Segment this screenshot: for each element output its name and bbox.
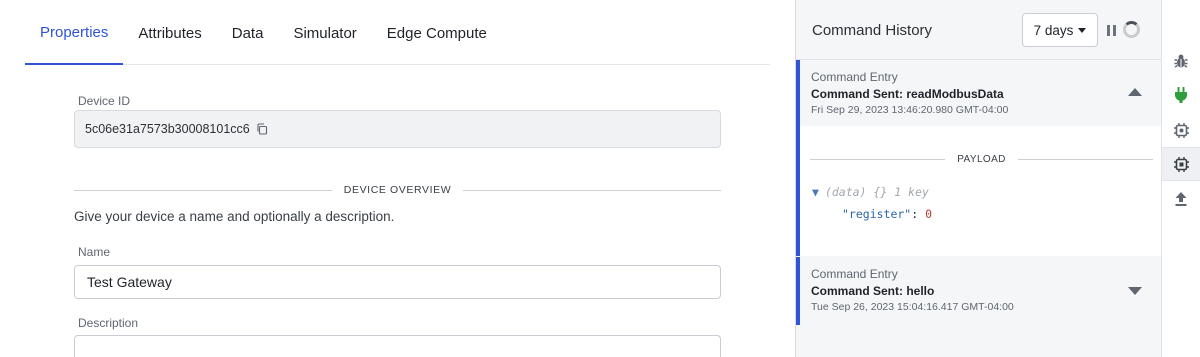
tab-properties[interactable]: Properties [25,0,124,65]
command-history-panel: Command History 7 days Command Entry Com… [795,0,1161,357]
tab-simulator[interactable]: Simulator [278,0,371,65]
bug-icon [1174,54,1188,68]
device-id-field: 5c06e31a7573b30008101cc6 [74,110,721,148]
expand-triangle-icon[interactable]: ▼ [812,185,819,199]
description-input[interactable] [74,335,721,357]
tab-bar: Properties Attributes Data Simulator Edg… [25,0,770,65]
plug-icon [1175,87,1187,103]
command-timestamp: Fri Sep 29, 2023 13:46:20.980 GMT-04:00 [811,104,1009,116]
command-sent: Command Sent: hello [811,284,934,298]
json-key: "register" [842,207,912,221]
device-settings-button[interactable] [1162,113,1200,147]
json-root-label: (data) [824,185,867,199]
device-overview-divider: DEVICE OVERVIEW [74,180,722,200]
expand-chevron-icon[interactable] [1128,287,1142,295]
command-entry: Command Entry Command Sent: hello Tue Se… [796,257,1161,325]
time-range-value: 7 days [1033,22,1074,38]
command-name: readModbusData [906,87,1004,101]
command-entry-kind: Command Entry [811,70,898,84]
pause-icon[interactable] [1107,25,1116,36]
name-label: Name [78,245,111,259]
device-info-button[interactable] [1162,147,1200,181]
device-id-value: 5c06e31a7573b30008101cc6 [85,122,250,136]
command-entry-header[interactable]: Command Entry Command Sent: readModbusDa… [800,60,1161,126]
command-sent-prefix: Command Sent: [811,284,907,298]
tab-attributes[interactable]: Attributes [123,0,216,65]
description-label: Description [78,316,139,330]
command-sent: Command Sent: readModbusData [811,87,1004,101]
chip-icon [1173,156,1189,172]
payload-heading: PAYLOAD [957,154,1006,165]
command-history-title: Command History [812,22,933,39]
payload-section: PAYLOAD ▼ (data) {} 1 key "register": 0 [800,126,1161,256]
json-value: 0 [925,207,933,221]
collapse-chevron-icon[interactable] [1128,88,1142,96]
loading-spinner-icon [1123,21,1140,38]
name-input[interactable]: Test Gateway [74,265,721,299]
device-id-label: Device ID [78,94,131,108]
copy-icon[interactable] [256,123,268,135]
command-entry: Command Entry Command Sent: readModbusDa… [796,60,1161,256]
json-root-summary: {} 1 key [873,185,929,199]
command-name: hello [906,284,935,298]
tab-data[interactable]: Data [217,0,279,65]
tab-edge-compute[interactable]: Edge Compute [372,0,502,65]
command-timestamp: Tue Sep 26, 2023 15:04:16.417 GMT-04:00 [811,301,1014,313]
debug-button[interactable] [1162,44,1200,78]
command-sent-prefix: Command Sent: [811,87,907,101]
connection-button[interactable] [1162,78,1200,112]
device-overview-heading: DEVICE OVERVIEW [343,184,452,196]
upload-button[interactable] [1162,182,1200,216]
json-root-row[interactable]: ▼ (data) {} 1 key [812,185,929,199]
command-entry-kind: Command Entry [811,267,898,281]
command-entry-header[interactable]: Command Entry Command Sent: hello Tue Se… [800,257,1161,323]
payload-divider: PAYLOAD [810,154,1153,165]
time-range-select[interactable]: 7 days [1022,13,1098,47]
side-icon-rail [1161,0,1200,357]
command-history-header: Command History 7 days [796,0,1161,60]
chip-settings-icon [1173,122,1189,138]
upload-icon [1175,192,1187,206]
json-key-row: "register": 0 [842,207,933,221]
caret-down-icon [1078,28,1087,33]
device-overview-description: Give your device a name and optionally a… [74,209,395,224]
device-properties-panel: Properties Attributes Data Simulator Edg… [0,0,795,357]
